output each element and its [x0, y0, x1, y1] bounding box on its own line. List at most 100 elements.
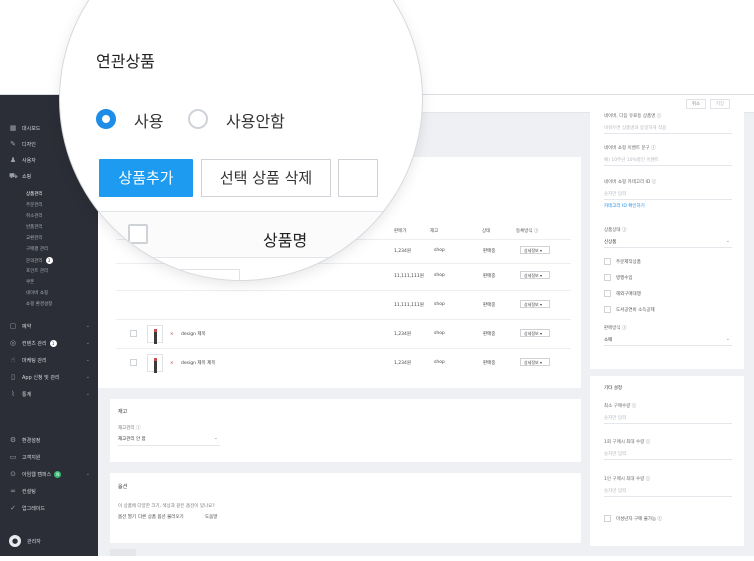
sidebar-item-label: 디자인 [22, 141, 36, 148]
user-profile[interactable]: ● 관리자 [9, 535, 41, 547]
parallel-import-label: 병행수입 [616, 276, 633, 281]
field-underline [604, 247, 732, 248]
naver-title-input[interactable]: 비워두면 상품명과 동일하게 적용 [604, 125, 666, 131]
row-status: 판매중 [483, 361, 496, 366]
sidebar-item-label: 고객지원 [22, 454, 41, 461]
row-stock: shop [434, 302, 445, 307]
sidebar-item-label: 대시보드 [22, 125, 41, 132]
chevron-down-icon[interactable]: ⌄ [726, 239, 730, 244]
min-qty-label: 최소 구매수량 ⓘ [604, 404, 637, 409]
row-checkbox[interactable] [130, 330, 137, 337]
mode-select[interactable]: 상세정보 ▾ [520, 246, 550, 254]
sale-type-select[interactable]: 소매 [604, 337, 612, 343]
sidebar-item-support[interactable]: ▭ 고객지원 [0, 450, 98, 464]
row-product-name[interactable]: design 제목 제목 [181, 360, 215, 366]
overseas-purchase-checkbox[interactable] [604, 290, 611, 297]
stock-label: 재고관리 ⓘ [118, 426, 141, 431]
sidebar-sub-exchange[interactable]: 교환관리 [26, 235, 43, 241]
field-underline [604, 496, 732, 497]
sidebar-item-marketing[interactable]: ☝ 마케팅 관리 ⌄ [0, 353, 98, 367]
stock-select[interactable]: 재고관리 안 함 [118, 436, 146, 442]
sidebar-sub-products[interactable]: 상품관리 [26, 191, 43, 197]
chevron-down-icon: ⌄ [85, 374, 90, 380]
sidebar-sub-points[interactable]: 포인트 관리 [26, 268, 48, 274]
sidebar-sub-return[interactable]: 반품관리 [26, 224, 43, 230]
add-product-button[interactable]: 상품추가 [99, 159, 193, 197]
overseas-purchase-label: 해외구매대행 [616, 292, 641, 297]
parallel-import-checkbox[interactable] [604, 274, 611, 281]
row-stock: shop [434, 360, 445, 365]
sidebar-sub-cancel[interactable]: 취소관리 [26, 213, 43, 219]
mode-select[interactable]: 상세정보 ▾ [520, 300, 550, 308]
sidebar-item-settings[interactable]: ⚙ 환경설정 [0, 433, 98, 447]
sidebar-item-label: 환경설정 [22, 437, 41, 444]
column-product-name: 상품명 [263, 231, 308, 250]
consult-icon: ∞ [10, 487, 16, 495]
column-stock: 재고 [430, 229, 439, 234]
no-use-radio-label: 사용안함 [226, 112, 285, 131]
sidebar-sub-inquiry[interactable]: 문의관리 3 [26, 257, 53, 264]
sidebar-item-campus[interactable]: ⊙ 아임웹 캠퍼스 N ⌄ [0, 467, 98, 481]
sidebar-item-label: 쇼핑 [22, 173, 32, 180]
sidebar-sub-coupons[interactable]: 쿠폰 [26, 279, 34, 285]
count-badge: 1 [49, 339, 57, 347]
stock-card [110, 399, 581, 462]
sidebar-item-reservation[interactable]: ▢ 예약 ⌄ [0, 319, 98, 333]
column-price: 판매가 [394, 229, 407, 234]
bottom-button[interactable] [110, 549, 136, 556]
sidebar-item-consulting[interactable]: ∞ 컨설팅 [0, 484, 98, 498]
stock-title: 재고 [118, 409, 128, 415]
save-button[interactable]: 저장 [710, 99, 730, 109]
thumb-icon: ☝ [10, 356, 16, 364]
sidebar-item-contents[interactable]: ◎ 컨텐츠 관리 1 ⌄ [0, 336, 98, 350]
sidebar-item-label: 아임웹 캠퍼스 [22, 471, 52, 478]
mode-select[interactable]: 상세정보 ▾ [520, 329, 550, 337]
sidebar-item-label: 통계 [22, 391, 32, 398]
minor-restriction-checkbox[interactable] [604, 515, 611, 522]
min-qty-input[interactable]: 숫자만 입력 [604, 415, 626, 421]
category-input[interactable]: 숫자만 입력 [604, 191, 626, 197]
row-product-name[interactable]: design 제목 [181, 331, 206, 337]
mode-select[interactable]: 상세정보 ▾ [520, 358, 550, 366]
sidebar-sub-orders[interactable]: 주문관리 [26, 202, 43, 208]
sidebar-sub-reviews[interactable]: 구매평 관리 [26, 246, 48, 252]
sale-type-label: 판매방식 ⓘ [604, 326, 627, 331]
max-qty-once-input[interactable]: 숫자만 입력 [604, 451, 626, 457]
chevron-down-icon[interactable]: ⌄ [214, 436, 218, 441]
product-state-label: 상품상태 ⓘ [604, 228, 627, 233]
delete-selected-button[interactable]: 선택 상품 삭제 [201, 159, 331, 197]
book-deduction-checkbox[interactable] [604, 306, 611, 313]
field-underline [604, 199, 732, 200]
sidebar-sub-settings[interactable]: 쇼핑 환경설정 [26, 301, 52, 307]
max-qty-person-input[interactable]: 숫자만 입력 [604, 488, 626, 494]
sidebar-item-upgrade[interactable]: ✓ 업그레이드 [0, 501, 98, 515]
no-use-radio[interactable] [188, 109, 208, 129]
more-button[interactable] [338, 159, 378, 197]
minor-restriction-label: 미성년자 구매 불가능 ⓘ [616, 517, 663, 522]
field-underline [604, 423, 732, 424]
product-thumbnail [147, 325, 163, 344]
open-options-link[interactable]: 옵션 열기 [118, 514, 136, 520]
help-link[interactable]: 도움말 [205, 514, 217, 520]
category-check-link[interactable]: 카테고리 ID 확인하기 [604, 203, 645, 209]
row-price: 11,111,111원 [394, 303, 424, 308]
import-options-link[interactable]: 다른 상품 옵션 불러오기 [138, 514, 184, 520]
use-radio[interactable] [96, 109, 116, 129]
sidebar-item-app[interactable]: ▯ App 신청 및 관리 ⌄ [0, 370, 98, 384]
sidebar-item-label: 마케팅 관리 [22, 357, 47, 364]
mode-select[interactable]: 상세정보 ▾ [520, 271, 550, 279]
event-input[interactable]: 예) 10주년 10%할인 이벤트 [604, 157, 659, 163]
chevron-down-icon[interactable]: ⌄ [726, 337, 730, 342]
cancel-button[interactable]: 취소 [686, 99, 706, 109]
field-underline [118, 445, 220, 446]
row-checkbox[interactable] [130, 359, 137, 366]
use-radio-label: 사용 [134, 112, 164, 131]
sidebar-item-stats[interactable]: ⌇ 통계 ⌄ [0, 387, 98, 401]
custom-made-checkbox[interactable] [604, 258, 611, 265]
category-label: 네이버 쇼핑 카테고리 ID ⓘ [604, 180, 657, 185]
product-state-select[interactable]: 신상품 [604, 239, 616, 245]
select-all-checkbox[interactable] [128, 224, 148, 244]
sidebar-item-label: 컨텐츠 관리 [22, 340, 47, 347]
sidebar-sub-naver[interactable]: 네이버 쇼핑 [26, 290, 48, 296]
field-underline [604, 459, 732, 460]
